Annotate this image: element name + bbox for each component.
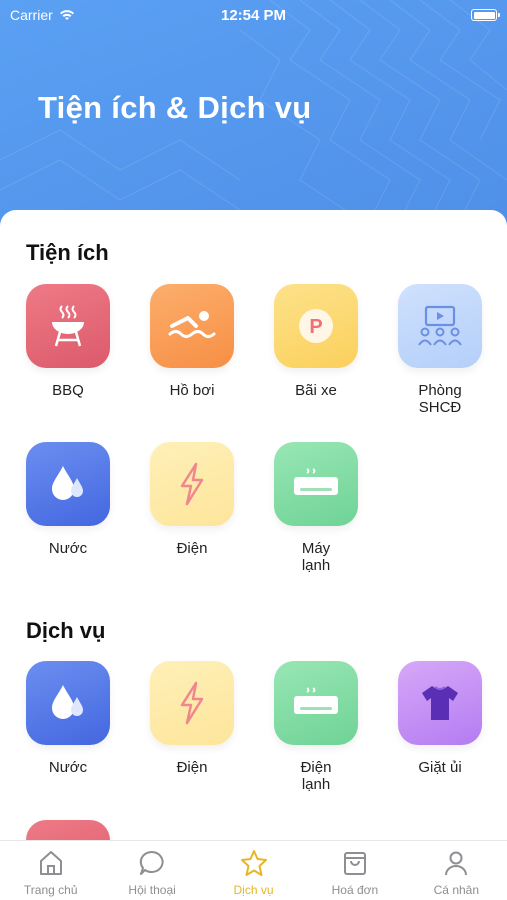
utility-water[interactable]: Nước (18, 442, 118, 557)
utility-electricity[interactable]: Điện (142, 442, 242, 557)
status-bar: Carrier 12:54 PM (0, 0, 507, 30)
swimmer-icon (168, 311, 216, 338)
tab-bar: Trang chủ Hội thoại Dịch vụ Hoá đơn Cá n… (0, 840, 507, 900)
star-icon (240, 850, 267, 876)
tab-invoices[interactable]: Hoá đơn (304, 841, 405, 900)
service-label: Điện lạnh (300, 759, 332, 793)
parking-tile-bg: P (274, 284, 358, 368)
lightning-icon (180, 681, 204, 725)
tshirt-icon (422, 686, 458, 720)
service-label: Giặt ủi (418, 759, 462, 776)
utility-bbq[interactable]: BBQ (18, 284, 118, 399)
tab-label: Hội thoại (128, 883, 176, 897)
utility-parking[interactable]: P Bãi xe (266, 284, 366, 399)
water-tile-bg (26, 442, 110, 526)
wifi-icon (59, 10, 74, 20)
svg-text:P: P (309, 316, 322, 338)
electricity-tile-bg (150, 442, 234, 526)
water-drop-icon (52, 685, 83, 719)
section-title-utilities: Tiện ích (26, 240, 109, 265)
battery-icon (471, 9, 500, 21)
service-electricity[interactable]: Điện (142, 661, 242, 776)
chat-icon (139, 850, 164, 875)
water-drop-icon (52, 466, 83, 500)
air-conditioner-tile-bg (274, 661, 358, 745)
parking-icon: P (299, 309, 333, 343)
air-conditioner-tile-bg (274, 442, 358, 526)
tab-profile[interactable]: Cá nhân (406, 841, 507, 900)
person-icon (445, 851, 468, 876)
tab-chat[interactable]: Hội thoại (101, 841, 202, 900)
tab-home[interactable]: Trang chủ (0, 841, 101, 900)
utility-label: Điện (176, 540, 208, 557)
utility-community-room[interactable]: Phòng SHCĐ (390, 284, 490, 416)
tab-label: Hoá đơn (331, 883, 379, 897)
service-water[interactable]: Nước (18, 661, 118, 776)
bbq-tile-bg (26, 284, 110, 368)
community-hall-icon (418, 305, 462, 346)
water-tile-bg (26, 661, 110, 745)
tab-label: Trang chủ (23, 883, 78, 897)
service-label: Điện (176, 759, 208, 776)
shopping-bag-icon (343, 852, 366, 875)
service-label: Nước (48, 759, 88, 776)
electricity-tile-bg (150, 661, 234, 745)
home-icon (39, 851, 62, 875)
utility-pool[interactable]: Hồ bơi (142, 284, 242, 399)
utility-label: Hồ bơi (169, 382, 215, 399)
section-title-services: Dịch vụ (26, 618, 106, 643)
utility-label: Phòng SHCĐ (418, 382, 462, 416)
air-conditioner-icon (294, 687, 338, 714)
status-time: 12:54 PM (220, 6, 287, 24)
utility-label: BBQ (52, 382, 84, 399)
tab-label: Dịch vụ (233, 883, 274, 897)
lightning-icon (180, 462, 204, 506)
tab-label: Cá nhân (433, 883, 480, 897)
carrier-label: Carrier (10, 7, 53, 23)
pool-tile-bg (150, 284, 234, 368)
community-room-tile-bg (398, 284, 482, 368)
laundry-tile-bg (398, 661, 482, 745)
page-title: Tiện ích & Dịch vụ (38, 90, 312, 125)
grill-icon (52, 305, 84, 347)
utility-label: Nước (48, 540, 88, 557)
utility-label: Bãi xe (295, 382, 337, 399)
service-air-conditioning[interactable]: Điện lạnh (266, 661, 366, 793)
service-laundry[interactable]: Giặt ủi (390, 661, 490, 776)
content-sheet: Tiện ích BBQ Hồ bơi P Bãi xe Phòng SHCĐ … (0, 210, 507, 900)
header-banner: Carrier 12:54 PM Tiện ích & Dịch vụ (0, 0, 507, 240)
utility-label: Máy lạnh (301, 540, 331, 574)
utility-air-conditioner[interactable]: Máy lạnh (266, 442, 366, 574)
tab-services[interactable]: Dịch vụ (203, 841, 304, 900)
air-conditioner-icon (294, 468, 338, 495)
